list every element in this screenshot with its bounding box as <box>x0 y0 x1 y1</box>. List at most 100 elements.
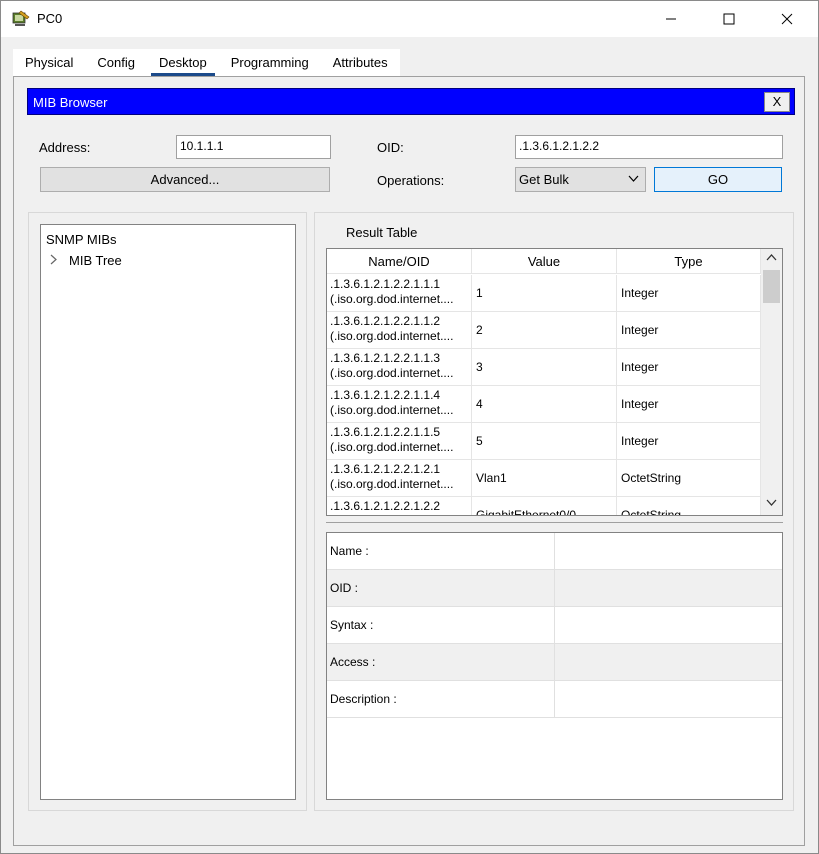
table-row[interactable]: .1.3.6.1.2.1.2.2.1.1.5 (.iso.org.dod.inte… <box>327 423 761 460</box>
type-cell: Integer <box>617 312 761 348</box>
oid-name-text: (.iso.org.dod.internet.... <box>330 292 454 306</box>
minimize-button[interactable] <box>642 1 700 37</box>
table-row[interactable]: .1.3.6.1.2.1.2.2.1.1.4 (.iso.org.dod.inte… <box>327 386 761 423</box>
tree-node-label: MIB Tree <box>69 253 122 268</box>
oid-name-text: (.iso.org.dod.internet.... <box>330 440 454 454</box>
value-cell: 3 <box>472 349 617 385</box>
mib-close-button[interactable]: X <box>764 92 790 112</box>
scroll-down-arrow-icon[interactable] <box>761 495 782 515</box>
tab-config[interactable]: Config <box>85 49 147 76</box>
oid-name-text: (.iso.org.dod.internet.... <box>330 403 454 417</box>
detail-value <box>555 607 782 643</box>
oid-details-table: Name : OID : Syntax : Access : Descripti… <box>326 532 783 800</box>
mib-browser-title: MIB Browser <box>33 95 108 110</box>
type-cell: Integer <box>617 386 761 422</box>
mib-browser-header: MIB Browser X <box>27 88 795 115</box>
column-header-name-oid[interactable]: Name/OID <box>327 249 472 273</box>
detail-label: OID : <box>327 570 555 606</box>
detail-value <box>555 570 782 606</box>
address-label: Address: <box>39 140 91 155</box>
app-window: PC0 Physical Config Desktop Programming … <box>0 0 819 854</box>
operations-selected-value: Get Bulk <box>519 172 569 187</box>
result-panel: Result Table Name/OID Value Type .1.3.6.… <box>314 212 794 811</box>
minimize-icon <box>666 18 676 20</box>
advanced-button[interactable]: Advanced... <box>40 167 330 192</box>
name-oid-cell: .1.3.6.1.2.1.2.2.1.2.2 <box>327 497 472 515</box>
detail-row-oid: OID : <box>327 570 782 607</box>
type-cell: OctetString <box>617 460 761 496</box>
table-row[interactable]: .1.3.6.1.2.1.2.2.1.1.3 (.iso.org.dod.inte… <box>327 349 761 386</box>
table-row[interactable]: .1.3.6.1.2.1.2.2.1.2.1 (.iso.org.dod.inte… <box>327 460 761 497</box>
oid-text: .1.3.6.1.2.1.2.2.1.1.2 <box>330 314 441 328</box>
name-oid-cell: .1.3.6.1.2.1.2.2.1.1.2 (.iso.org.dod.inte… <box>327 312 472 348</box>
table-row[interactable]: .1.3.6.1.2.1.2.2.1.2.2 GigabitEthernet0/… <box>327 497 761 515</box>
detail-row-name: Name : <box>327 533 782 570</box>
chevron-right-icon[interactable] <box>49 253 69 268</box>
oid-text: .1.3.6.1.2.1.2.2.1.1.5 <box>330 425 441 439</box>
chevron-down-icon <box>628 172 639 187</box>
go-button[interactable]: GO <box>654 167 782 192</box>
close-icon <box>781 13 793 25</box>
type-cell: Integer <box>617 349 761 385</box>
oid-text: .1.3.6.1.2.1.2.2.1.2.2 <box>330 499 441 513</box>
oid-name-text: (.iso.org.dod.internet.... <box>330 366 454 380</box>
result-table: Name/OID Value Type .1.3.6.1.2.1.2.2.1.1… <box>326 248 783 516</box>
oid-text: .1.3.6.1.2.1.2.2.1.2.1 <box>330 462 441 476</box>
name-oid-cell: .1.3.6.1.2.1.2.2.1.1.4 (.iso.org.dod.inte… <box>327 386 472 422</box>
detail-row-syntax: Syntax : <box>327 607 782 644</box>
detail-value <box>555 681 782 717</box>
name-oid-cell: .1.3.6.1.2.1.2.2.1.1.3 (.iso.org.dod.inte… <box>327 349 472 385</box>
detail-value <box>555 644 782 680</box>
value-cell: 4 <box>472 386 617 422</box>
splitter[interactable] <box>326 522 783 523</box>
detail-row-description: Description : <box>327 681 782 718</box>
type-cell: Integer <box>617 423 761 459</box>
type-cell: Integer <box>617 275 761 311</box>
value-cell: 5 <box>472 423 617 459</box>
type-cell: OctetString <box>617 497 761 515</box>
column-header-type[interactable]: Type <box>617 249 761 273</box>
table-row[interactable]: .1.3.6.1.2.1.2.2.1.1.2 (.iso.org.dod.inte… <box>327 312 761 349</box>
scroll-up-arrow-icon[interactable] <box>761 249 782 269</box>
window-title: PC0 <box>37 11 63 26</box>
name-oid-cell: .1.3.6.1.2.1.2.2.1.1.5 (.iso.org.dod.inte… <box>327 423 472 459</box>
mib-tree-view[interactable]: SNMP MIBs MIB Tree <box>40 224 296 800</box>
oid-input[interactable]: .1.3.6.1.2.1.2.2 <box>515 135 783 159</box>
detail-value <box>555 533 782 569</box>
column-header-value[interactable]: Value <box>472 249 617 273</box>
tab-strip: Physical Config Desktop Programming Attr… <box>13 49 400 76</box>
value-cell: 2 <box>472 312 617 348</box>
oid-text: .1.3.6.1.2.1.2.2.1.1.1 <box>330 277 441 291</box>
operations-label: Operations: <box>377 173 445 188</box>
table-vertical-scrollbar[interactable] <box>761 249 782 515</box>
mib-tree-panel: SNMP MIBs MIB Tree <box>28 212 307 811</box>
table-header: Name/OID Value Type <box>327 249 761 274</box>
oid-label: OID: <box>377 140 404 155</box>
name-oid-cell: .1.3.6.1.2.1.2.2.1.1.1 (.iso.org.dod.inte… <box>327 275 472 311</box>
tab-programming[interactable]: Programming <box>218 49 321 76</box>
close-window-button[interactable] <box>758 1 816 37</box>
table-row[interactable]: .1.3.6.1.2.1.2.2.1.1.1 (.iso.org.dod.inte… <box>327 275 761 312</box>
name-oid-cell: .1.3.6.1.2.1.2.2.1.2.1 (.iso.org.dod.inte… <box>327 460 472 496</box>
maximize-icon <box>723 13 735 25</box>
desktop-tab-panel: MIB Browser X Address: 10.1.1.1 OID: .1.… <box>13 76 805 846</box>
detail-label: Syntax : <box>327 607 555 643</box>
value-cell: 1 <box>472 275 617 311</box>
tab-desktop[interactable]: Desktop <box>147 49 219 76</box>
oid-text: .1.3.6.1.2.1.2.2.1.1.3 <box>330 351 441 365</box>
address-input[interactable]: 10.1.1.1 <box>176 135 331 159</box>
scroll-thumb[interactable] <box>763 270 780 303</box>
operations-select[interactable]: Get Bulk <box>515 167 646 192</box>
maximize-button[interactable] <box>700 1 758 37</box>
value-cell: GigabitEthernet0/0 <box>472 497 617 515</box>
oid-text: .1.3.6.1.2.1.2.2.1.1.4 <box>330 388 441 402</box>
detail-label: Name : <box>327 533 555 569</box>
tab-attributes[interactable]: Attributes <box>320 49 400 76</box>
oid-name-text: (.iso.org.dod.internet.... <box>330 329 454 343</box>
oid-name-text: (.iso.org.dod.internet.... <box>330 477 454 491</box>
value-cell: Vlan1 <box>472 460 617 496</box>
tab-physical[interactable]: Physical <box>13 49 86 76</box>
tree-node-mib-tree[interactable]: MIB Tree <box>49 253 122 268</box>
detail-label: Access : <box>327 644 555 680</box>
detail-row-access: Access : <box>327 644 782 681</box>
